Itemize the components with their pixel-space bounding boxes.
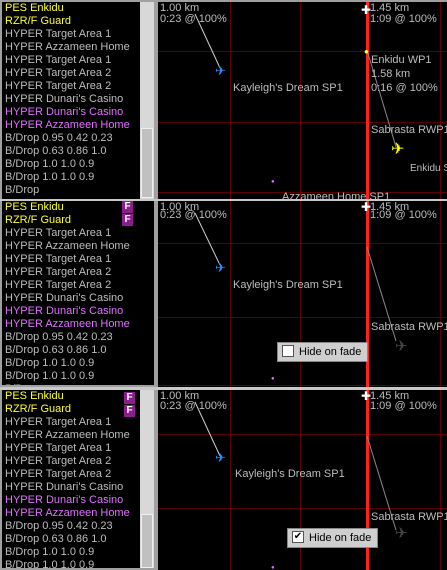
ship-icon-3[interactable]: ✈: [215, 451, 226, 464]
flight-group-item[interactable]: HYPER Target Area 2: [2, 279, 154, 292]
hide-on-fade-toggle-1[interactable]: Hide on fade: [277, 342, 369, 362]
flight-group-item[interactable]: HYPER Dunari's Casino: [2, 305, 154, 318]
waypoint-time-1: 0:16 @ 100%: [371, 82, 438, 94]
flight-group-item[interactable]: B/Drop 1.0 1.0 0.9: [2, 559, 154, 568]
briefing-panel-2: PES Enkidu RZR/F Guard HYPER Target Area 1…: [0, 201, 447, 387]
flight-group-item[interactable]: HYPER Dunari's Casino: [2, 494, 154, 507]
magenta-dot-icon-2: ●: [271, 376, 275, 382]
crosshair-icon-3: ✚: [361, 390, 372, 403]
flight-group-item[interactable]: B/Drop 0.63 0.86 1.0: [2, 344, 154, 357]
flight-group-rows-2: PES Enkidu RZR/F Guard HYPER Target Area 1…: [2, 201, 154, 385]
flight-group-item[interactable]: HYPER Target Area 2: [2, 67, 154, 80]
briefing-panel-3: PES Enkidu RZR/F Guard HYPER Target Area 1…: [0, 390, 447, 570]
flight-group-item[interactable]: HYPER Target Area 1: [2, 28, 154, 41]
flight-group-item[interactable]: HYPER Azzameen Home: [2, 41, 154, 54]
flight-group-item[interactable]: RZR/F Guard: [2, 15, 154, 28]
ship-icon-2[interactable]: ✈: [215, 261, 226, 274]
briefing-panel-1: PES Enkidu RZR/F Guard HYPER Target Area 1…: [0, 0, 447, 199]
flight-group-item[interactable]: HYPER Target Area 2: [2, 266, 154, 279]
scroll-thumb-1[interactable]: [141, 128, 153, 198]
overlap-label-3: Sabrasta RWP1: [371, 511, 447, 523]
flight-group-rows-1: PES Enkidu RZR/F Guard HYPER Target Area 1…: [2, 2, 154, 197]
time-right-label-2: 1:09 @ 100%: [370, 209, 437, 221]
ghost-ship-icon-2: ✈: [395, 338, 408, 355]
magenta-dot-icon-3: ●: [271, 565, 275, 570]
flight-group-list-1[interactable]: PES Enkidu RZR/F Guard HYPER Target Area 1…: [2, 2, 154, 199]
hide-on-fade-toggle-2[interactable]: ✔ Hide on fade: [287, 528, 379, 548]
flight-group-item[interactable]: HYPER Target Area 2: [2, 455, 154, 468]
time-left-label-2: 0:23 @ 100%: [160, 209, 227, 221]
flight-group-item[interactable]: HYPER Azzameen Home: [2, 507, 154, 520]
flight-group-item[interactable]: B/Drop 1.0 1.0 0.9: [2, 158, 154, 171]
flight-group-item[interactable]: HYPER Target Area 1: [2, 227, 154, 240]
flight-group-item[interactable]: HYPER Azzameen Home: [2, 240, 154, 253]
map-grid-1: [158, 2, 447, 199]
home-label-1: Azzameen Home SP1: [282, 191, 391, 199]
scrollbar-3[interactable]: [140, 390, 154, 568]
flight-group-item[interactable]: PES Enkidu: [2, 2, 154, 15]
hide-on-fade-label-1: Hide on fade: [299, 346, 362, 358]
crosshair-icon-1: ✚: [361, 3, 372, 17]
time-left-label-3: 0:23 @ 100%: [160, 400, 227, 412]
scroll-thumb-3[interactable]: [141, 514, 153, 568]
flight-group-item[interactable]: B/Drop 0.95 0.42 0.23: [2, 331, 154, 344]
flight-group-item[interactable]: B/Drop 1.0 1.0 0.9: [2, 357, 154, 370]
flag-badge-2b: F: [122, 214, 133, 226]
waypoint-name-1: Enkidu WP1: [371, 54, 432, 66]
flight-group-item[interactable]: B/Drop: [2, 184, 154, 197]
waypoint-dot-icon-1: ●: [364, 47, 369, 56]
flight-group-item[interactable]: HYPER Target Area 1: [2, 54, 154, 67]
time-right-label-3: 1:09 @ 100%: [370, 400, 437, 412]
flag-badge-3b: F: [124, 405, 135, 417]
flag-badge-2a: F: [122, 201, 133, 213]
flight-group-item[interactable]: B/Drop 0.63 0.86 1.0: [2, 533, 154, 546]
enkidu-ship-icon-1[interactable]: ✈: [391, 142, 404, 158]
flight-group-item[interactable]: HYPER Azzameen Home: [2, 119, 154, 132]
flight-group-item[interactable]: B/Drop 0.63 0.86 1.0: [2, 145, 154, 158]
overlap-label-1: Sabrasta RWP1: [371, 124, 447, 136]
flight-group-item[interactable]: HYPER Target Area 1: [2, 442, 154, 455]
flight-group-item[interactable]: HYPER Target Area 1: [2, 253, 154, 266]
flight-group-item[interactable]: B/Drop 0.95 0.42 0.23: [2, 520, 154, 533]
flight-group-item[interactable]: HYPER Dunari's Casino: [2, 481, 154, 494]
waypoint-dist-1: 1.58 km: [371, 68, 411, 80]
hide-on-fade-label-2: Hide on fade: [309, 532, 372, 544]
flight-group-item[interactable]: HYPER Dunari's Casino: [2, 292, 154, 305]
time-right-label-1: 1:09 @ 100%: [370, 13, 437, 25]
flight-group-item[interactable]: B/Drop 1.0 1.0 0.9: [2, 546, 154, 559]
sp-label-3: Kayleigh's Dream SP1: [235, 468, 345, 480]
sp-label-1: Kayleigh's Dream SP1: [233, 82, 343, 94]
flight-group-item[interactable]: HYPER Azzameen Home: [2, 429, 154, 442]
flight-group-item[interactable]: HYPER Azzameen Home: [2, 318, 154, 331]
ghost-ship-icon-3: ✈: [395, 525, 408, 542]
scrollbar-1[interactable]: [140, 2, 154, 199]
hide-on-fade-checkbox-2[interactable]: ✔: [292, 531, 304, 544]
flight-group-item[interactable]: HYPER Target Area 2: [2, 468, 154, 481]
flight-group-item[interactable]: HYPER Target Area 2: [2, 80, 154, 93]
flight-group-item[interactable]: HYPER Target Area 1: [2, 416, 154, 429]
crosshair-icon-2: ✚: [361, 201, 372, 214]
flight-group-item[interactable]: B/Drop 1.0 1.0 0.9: [2, 171, 154, 184]
magenta-dot-icon-1: ●: [271, 179, 275, 185]
flight-group-item[interactable]: HYPER Dunari's Casino: [2, 93, 154, 106]
flight-group-item[interactable]: B/Drop 0.95 0.42 0.23: [2, 132, 154, 145]
flight-group-list-2[interactable]: PES Enkidu RZR/F Guard HYPER Target Area 1…: [2, 201, 154, 385]
flag-badge-3a: F: [124, 392, 135, 404]
overlap-label-2: Sabrasta RWP1: [371, 321, 447, 333]
flight-group-item[interactable]: HYPER Dunari's Casino: [2, 106, 154, 119]
map-view-1[interactable]: 1.00 km 0:23 @ 100% 1.45 km 1:09 @ 100% …: [158, 2, 447, 199]
hide-on-fade-checkbox-1[interactable]: [282, 345, 294, 358]
time-left-label-1: 0:23 @ 100%: [160, 13, 227, 25]
sp-label-2: Kayleigh's Dream SP1: [233, 279, 343, 291]
flight-group-item[interactable]: B/Drop: [2, 383, 154, 385]
flight-group-item[interactable]: B/Drop 1.0 1.0 0.9: [2, 370, 154, 383]
ship-icon-1[interactable]: ✈: [215, 64, 226, 77]
enkidu-label-1: Enkidu S: [410, 163, 447, 174]
